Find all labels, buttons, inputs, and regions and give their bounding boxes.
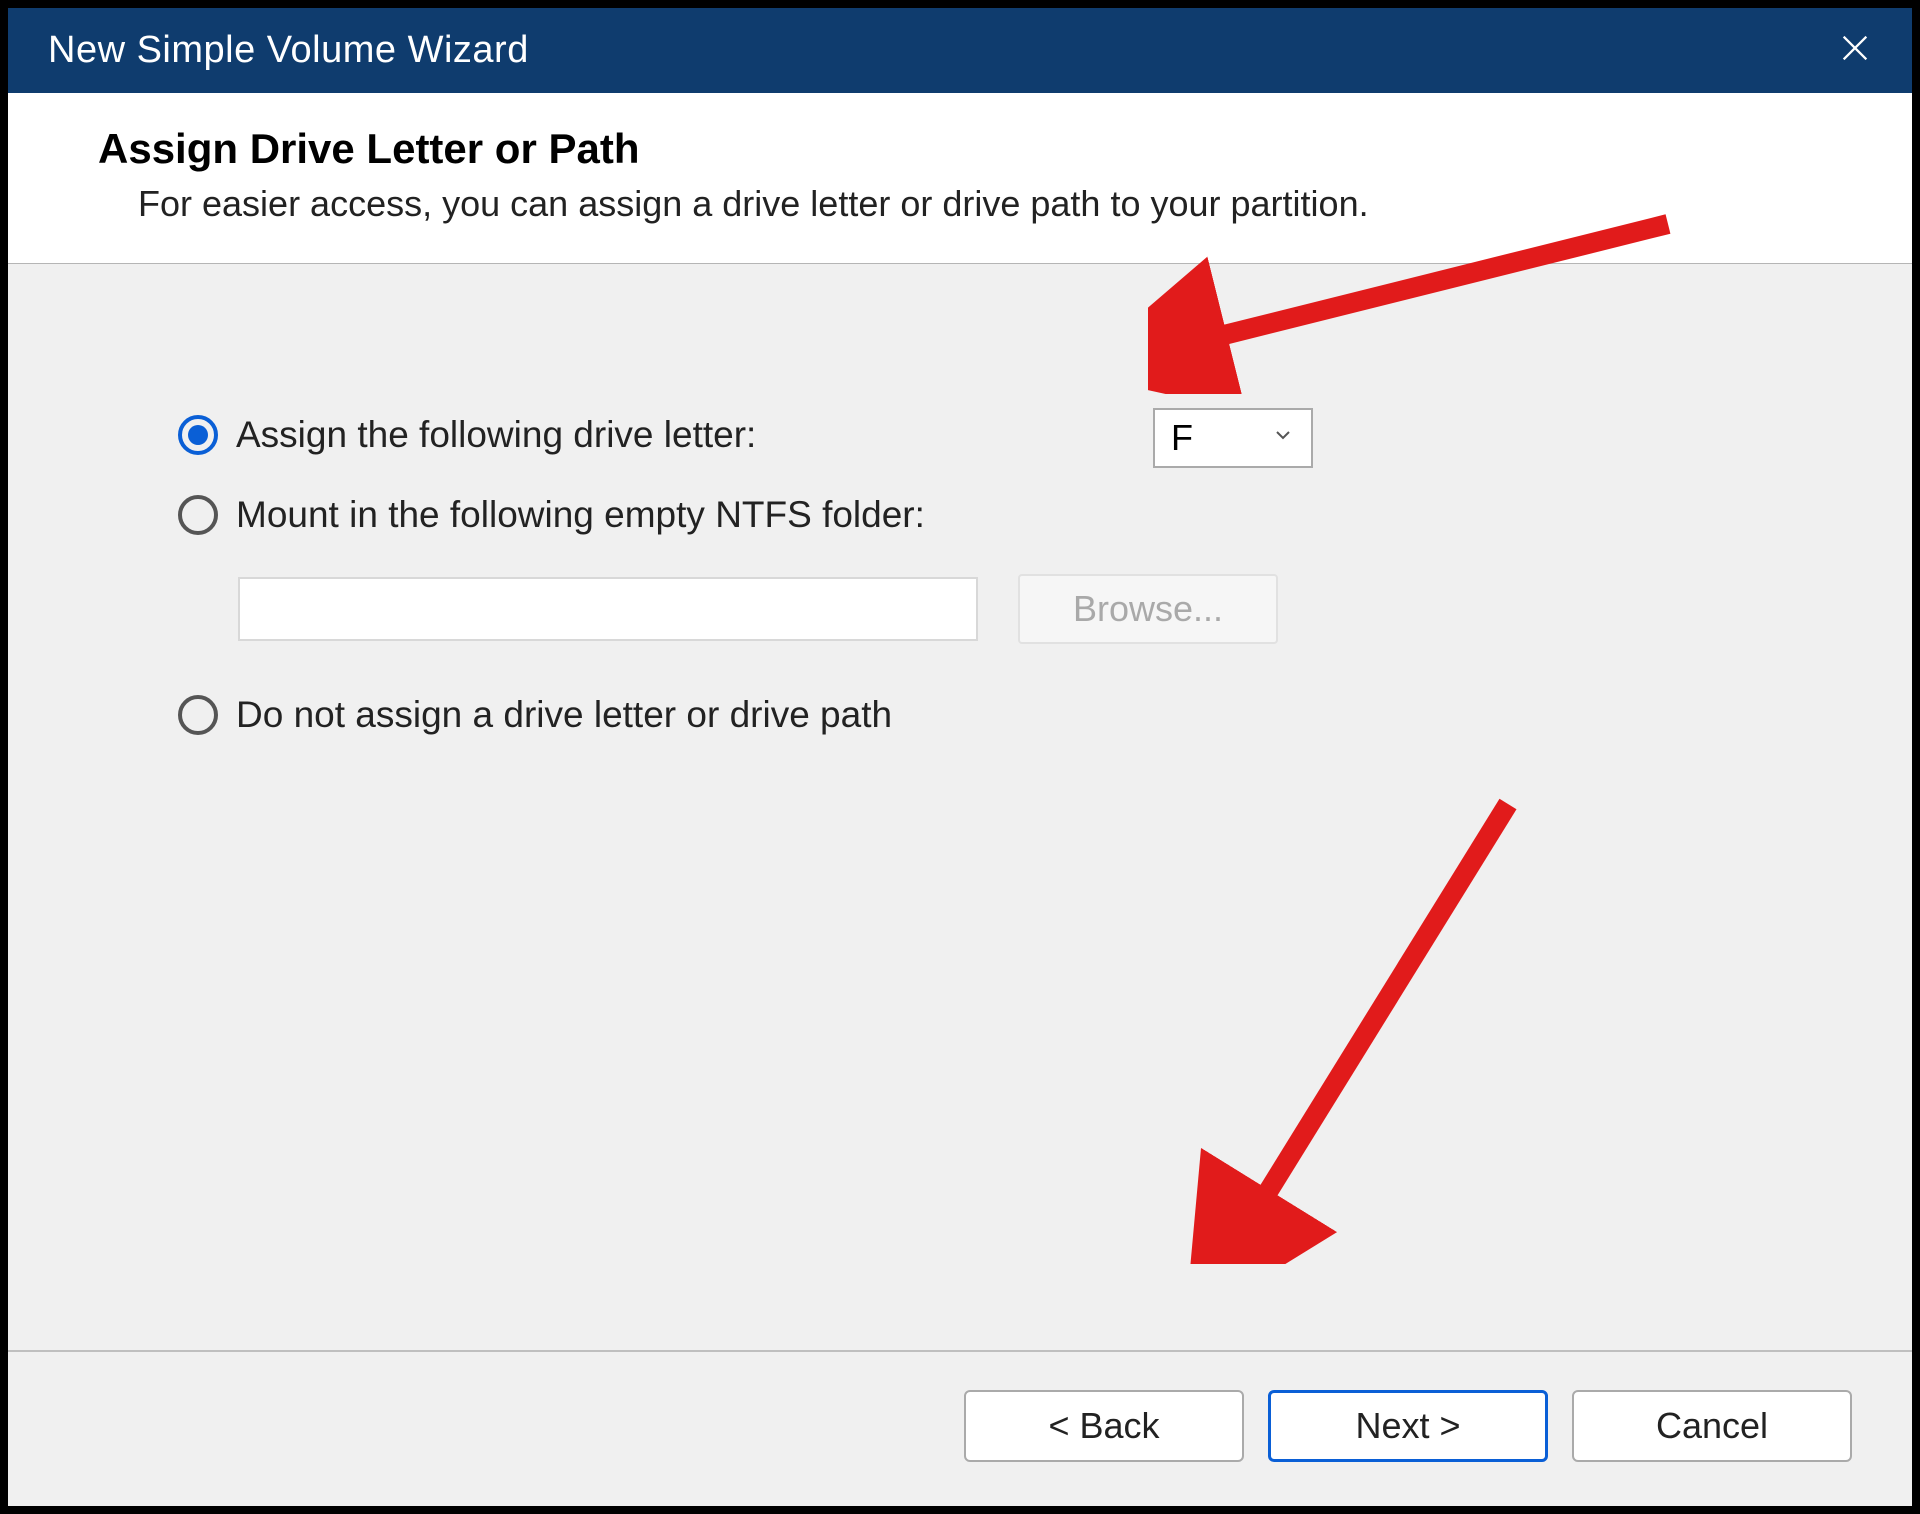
option-mount-folder-label: Mount in the following empty NTFS folder…	[236, 494, 925, 536]
drive-letter-select[interactable]: F	[1153, 408, 1313, 468]
option-assign-letter-label: Assign the following drive letter:	[236, 414, 756, 456]
wizard-content: Assign the following drive letter: F Mou…	[8, 264, 1912, 1350]
titlebar: New Simple Volume Wizard	[8, 8, 1912, 93]
drive-letter-value: F	[1171, 417, 1193, 459]
radio-no-assign[interactable]	[178, 695, 218, 735]
mount-path-input	[238, 577, 978, 641]
back-button[interactable]: < Back	[964, 1390, 1244, 1462]
page-subtitle: For easier access, you can assign a driv…	[138, 183, 1872, 225]
window-title: New Simple Volume Wizard	[48, 29, 529, 72]
annotation-arrow-icon	[1188, 784, 1568, 1264]
cancel-button[interactable]: Cancel	[1572, 1390, 1852, 1462]
wizard-header: Assign Drive Letter or Path For easier a…	[8, 93, 1912, 264]
mount-folder-row: Browse...	[238, 574, 1852, 644]
chevron-down-icon	[1271, 422, 1295, 454]
option-no-assign[interactable]: Do not assign a drive letter or drive pa…	[178, 694, 1852, 736]
radio-mount-folder[interactable]	[178, 495, 218, 535]
page-title: Assign Drive Letter or Path	[98, 125, 1872, 173]
option-mount-folder[interactable]: Mount in the following empty NTFS folder…	[178, 494, 1852, 536]
wizard-dialog: New Simple Volume Wizard Assign Drive Le…	[8, 8, 1912, 1506]
browse-button: Browse...	[1018, 574, 1278, 644]
close-icon[interactable]	[1828, 30, 1882, 72]
next-button[interactable]: Next >	[1268, 1390, 1548, 1462]
option-no-assign-label: Do not assign a drive letter or drive pa…	[236, 694, 892, 736]
radio-assign-letter[interactable]	[178, 415, 218, 455]
wizard-footer: < Back Next > Cancel	[8, 1350, 1912, 1506]
option-assign-letter[interactable]: Assign the following drive letter: F	[178, 414, 1852, 456]
